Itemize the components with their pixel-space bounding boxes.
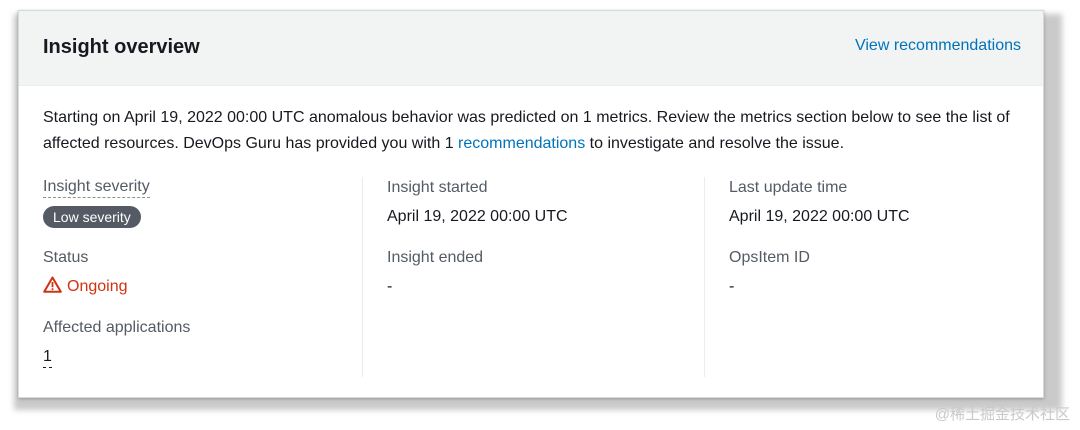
card-title: Insight overview (43, 36, 200, 58)
card-header: Insight overview View recommendations (19, 11, 1043, 86)
status-label: Status (43, 249, 89, 266)
watermark: @稀土掘金技术社区 (934, 406, 1070, 423)
insight-description: Starting on April 19, 2022 00:00 UTC ano… (43, 105, 1023, 157)
status-value: Ongoing (43, 276, 361, 298)
affected-applications-value: 1 (43, 346, 361, 368)
insight-started-value: April 19, 2022 00:00 UTC (387, 208, 568, 225)
affected-applications-link[interactable]: 1 (43, 347, 52, 368)
severity-badge: Low severity (43, 206, 141, 228)
insight-ended-value: - (387, 278, 393, 295)
details-column-2: Insight started April 19, 2022 00:00 UTC… (362, 177, 704, 377)
recommendations-link[interactable]: recommendations (458, 135, 585, 152)
warning-icon (43, 276, 62, 298)
insight-started-label: Insight started (387, 179, 488, 196)
affected-applications-label: Affected applications (43, 319, 191, 336)
details-grid: Insight severity Low severity Status Ong… (43, 177, 1023, 379)
details-column-1: Insight severity Low severity Status Ong… (43, 177, 361, 377)
description-text-end: to investigate and resolve the issue. (585, 135, 845, 152)
opsitem-id-value: - (729, 278, 735, 295)
last-update-time-value: April 19, 2022 00:00 UTC (729, 208, 910, 225)
insight-overview-card: Insight overview View recommendations St… (18, 10, 1044, 398)
insight-severity-label[interactable]: Insight severity (43, 177, 150, 198)
status-text: Ongoing (67, 278, 128, 295)
insight-ended-label: Insight ended (387, 249, 484, 266)
view-recommendations-link[interactable]: View recommendations (855, 37, 1021, 55)
last-update-time-label: Last update time (729, 179, 848, 196)
details-column-3: Last update time April 19, 2022 00:00 UT… (704, 177, 1023, 377)
opsitem-id-label: OpsItem ID (729, 249, 810, 266)
